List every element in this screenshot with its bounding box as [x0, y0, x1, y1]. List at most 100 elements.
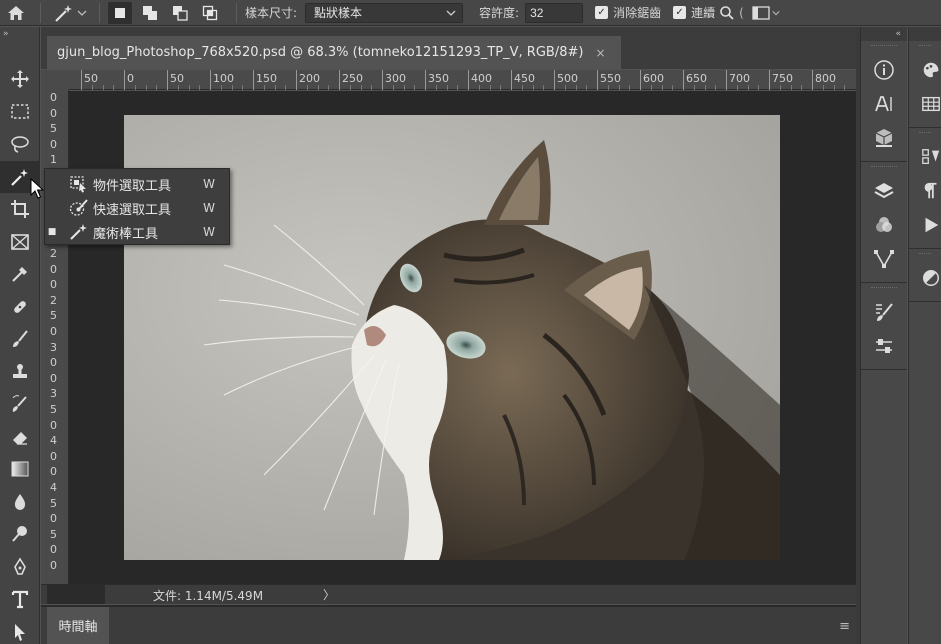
- panel-grip[interactable]: [871, 287, 897, 293]
- new-selection-button[interactable]: [108, 1, 132, 24]
- ruler-tick-label: 800: [812, 70, 836, 90]
- new-selection-icon: [115, 7, 125, 18]
- ruler-minor-tick: [156, 85, 158, 90]
- dodge-tool[interactable]: [0, 518, 40, 551]
- collapse-dock-icon[interactable]: [909, 27, 941, 41]
- horizontal-ruler[interactable]: 50 0 50 100 150 200 250 300 350 400 450 500 550 600 65…: [69, 70, 856, 90]
- chevron-down-icon[interactable]: [772, 9, 780, 17]
- subtract-from-selection-button[interactable]: [168, 2, 192, 24]
- tolerance-input[interactable]: [525, 2, 584, 23]
- character-panel-button[interactable]: [861, 87, 907, 121]
- ruler-tick-label: 700: [726, 70, 750, 90]
- intersect-selection-button[interactable]: [198, 2, 222, 24]
- blur-tool-icon: [14, 493, 26, 510]
- sample-size-select[interactable]: 點狀樣本: [305, 2, 464, 23]
- swatches-panel-button[interactable]: [909, 53, 941, 87]
- collapse-panel-icon[interactable]: »: [0, 27, 39, 41]
- chevron-down-icon: [446, 10, 456, 16]
- ruler-minor-tick: [306, 85, 308, 90]
- ruler-digit: 0: [50, 543, 57, 557]
- object-selection-icon: [67, 174, 91, 194]
- type-tool[interactable]: [0, 583, 40, 616]
- collapse-dock-icon[interactable]: «: [861, 27, 907, 41]
- ruler-minor-tick: [704, 85, 706, 90]
- panel-grip[interactable]: [919, 45, 931, 51]
- eyedropper-tool[interactable]: [0, 258, 40, 291]
- panel-menu-icon[interactable]: ≡: [839, 619, 850, 634]
- glyphs-panel-button[interactable]: [909, 140, 941, 174]
- actions-panel-button[interactable]: [909, 208, 941, 242]
- lasso-tool[interactable]: [0, 128, 40, 161]
- paths-icon: [874, 250, 894, 268]
- contiguous-checkbox[interactable]: ✓ 連續: [673, 4, 715, 21]
- panel-grip[interactable]: [919, 253, 931, 259]
- blur-tool[interactable]: [0, 486, 40, 519]
- panel-grip[interactable]: [919, 132, 931, 138]
- ruler-tick-label: 50: [167, 70, 184, 90]
- ruler-digit: 2: [50, 293, 57, 307]
- workspace-icon[interactable]: [752, 5, 770, 20]
- path-selection-tool[interactable]: [0, 616, 40, 644]
- healing-brush-tool-icon: [14, 300, 26, 313]
- document-tab[interactable]: gjun_blog_Photoshop_768x520.psd @ 68.3% …: [47, 36, 621, 69]
- dodge-tool-icon: [12, 526, 27, 542]
- ruler-tick-label: 650: [683, 70, 707, 90]
- 3d-panel-button[interactable]: [861, 121, 907, 155]
- marquee-tool[interactable]: [0, 96, 40, 129]
- grid-panel-button[interactable]: [909, 87, 941, 121]
- home-button[interactable]: [0, 0, 32, 26]
- search-icon[interactable]: [719, 5, 735, 21]
- move-tool[interactable]: [0, 63, 40, 96]
- mouse-cursor-icon: [30, 178, 44, 199]
- gradient-tool[interactable]: [0, 453, 40, 486]
- healing-brush-tool[interactable]: [0, 291, 40, 324]
- ruler-digit: 1: [50, 153, 57, 167]
- ruler-minor-tick: [349, 85, 351, 90]
- brush-settings-panel-button[interactable]: [861, 295, 907, 329]
- menu-item-quick-selection[interactable]: 快速選取工具 W: [45, 196, 229, 220]
- adjustment-layer-panel-button[interactable]: [909, 261, 941, 295]
- panel-grip[interactable]: [871, 45, 897, 51]
- workspace-bracket: (: [739, 5, 744, 20]
- ruler-tick-label: 350: [425, 70, 449, 90]
- ruler-digit: 0: [50, 465, 57, 479]
- move-tool-icon: [11, 70, 29, 89]
- ruler-minor-tick: [844, 85, 846, 90]
- layers-panel-button[interactable]: [861, 174, 907, 208]
- antialias-checkbox[interactable]: ✓ 消除鋸齒: [595, 4, 661, 21]
- add-to-selection-button[interactable]: [138, 2, 162, 24]
- frame-tool[interactable]: [0, 226, 40, 259]
- ruler-minor-tick: [822, 85, 824, 90]
- tool-preset-picker[interactable]: [49, 3, 91, 23]
- close-icon[interactable]: ×: [595, 46, 605, 60]
- ruler-minor-tick: [618, 85, 620, 90]
- adjustments-panel-button[interactable]: [861, 329, 907, 363]
- ruler-minor-tick: [446, 85, 448, 90]
- status-menu-arrow-icon[interactable]: 〉: [323, 586, 335, 603]
- paragraph-panel-button[interactable]: [909, 174, 941, 208]
- eyedropper-tool-icon: [12, 267, 27, 282]
- pen-tool[interactable]: [0, 551, 40, 584]
- zoom-field[interactable]: [47, 585, 105, 604]
- vertical-ruler[interactable]: 0050100150200250300350400450500: [41, 90, 69, 584]
- timeline-tab[interactable]: 時間軸: [47, 607, 109, 644]
- marquee-tool-icon: [11, 104, 29, 119]
- menu-item-shortcut: W: [203, 225, 215, 239]
- magic-wand-icon: [55, 4, 72, 22]
- brush-tool[interactable]: [0, 323, 40, 356]
- half-circle-icon: [923, 270, 939, 286]
- ruler-tick-label: 400: [468, 70, 492, 90]
- type-tool-icon: [11, 591, 29, 609]
- menu-item-object-selection[interactable]: 物件選取工具 W: [45, 172, 229, 196]
- ruler-tick-label: 200: [296, 70, 320, 90]
- ruler-tick-label: 450: [511, 70, 535, 90]
- info-panel-button[interactable]: [861, 53, 907, 87]
- channels-panel-button[interactable]: [861, 208, 907, 242]
- ruler-origin[interactable]: [41, 70, 69, 90]
- eraser-tool[interactable]: [0, 421, 40, 454]
- menu-item-magic-wand[interactable]: ■ 魔術棒工具 W: [45, 220, 229, 244]
- history-brush-tool[interactable]: [0, 388, 40, 421]
- paths-panel-button[interactable]: [861, 242, 907, 276]
- clone-stamp-tool[interactable]: [0, 356, 40, 389]
- panel-grip[interactable]: [871, 166, 897, 172]
